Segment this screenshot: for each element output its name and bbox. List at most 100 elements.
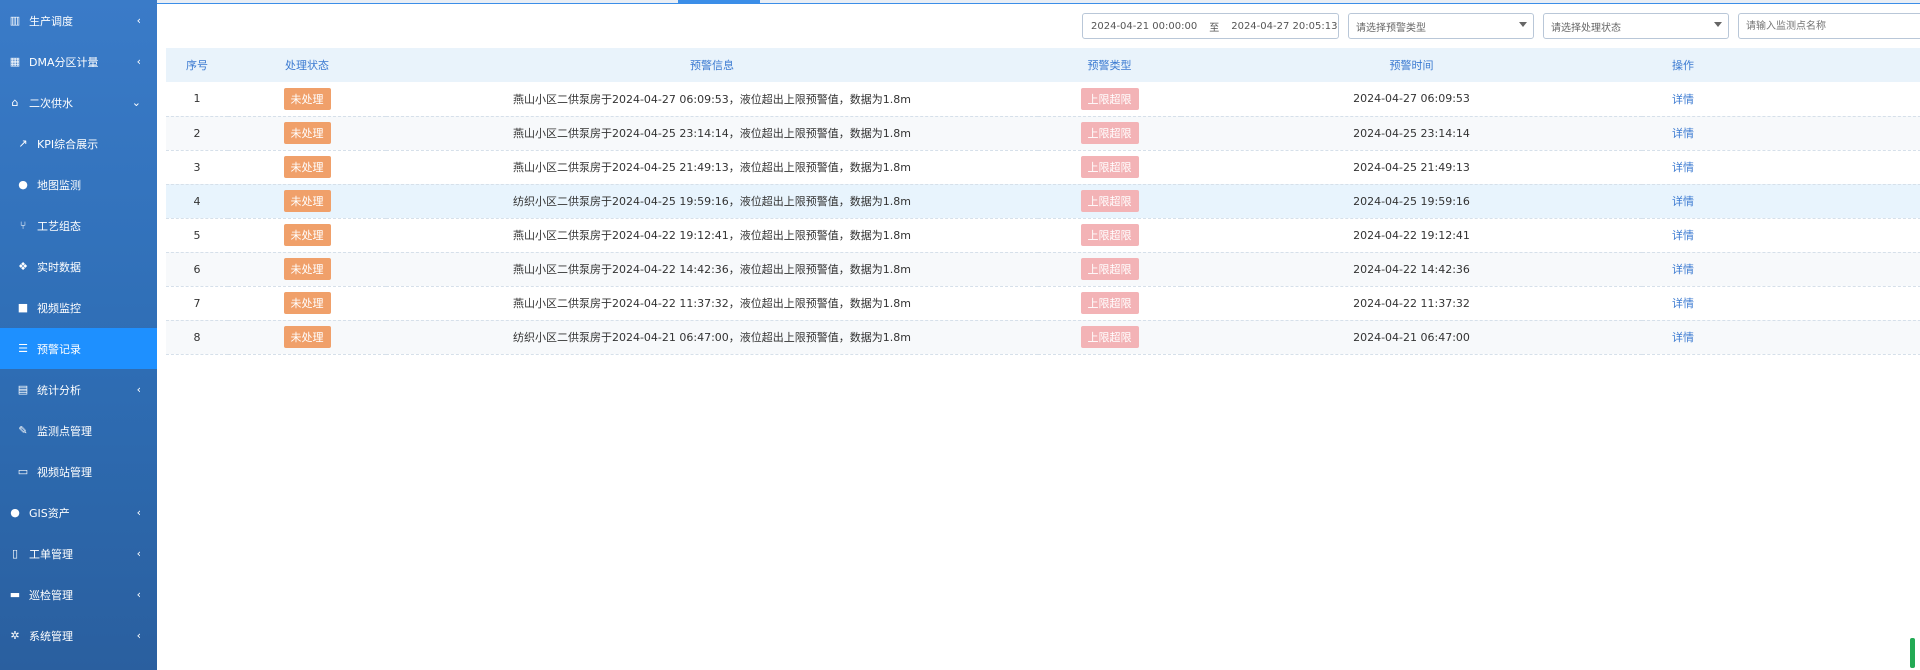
sidebar-item[interactable]: ▤ 统计分析 ‹ [0, 369, 157, 410]
file-icon: ▭ [17, 465, 29, 478]
sidebar-item[interactable]: ● GIS资产 ‹ [0, 492, 157, 533]
cell-time: 2024-04-22 19:12:41 [1181, 218, 1642, 253]
status-select[interactable]: 请选择处理状态 [1543, 13, 1729, 39]
sidebar-item[interactable]: ⌂ 二次供水 ⌄ [0, 82, 157, 123]
date-end: 2024-04-27 20:05:13 [1231, 20, 1338, 32]
sidebar-item-label: 工单管理 [29, 547, 73, 561]
table-row[interactable]: 4 未处理 纺织小区二供泵房于2024-04-25 19:59:16，液位超出上限预… [166, 184, 1920, 219]
sidebar-item-label: 实时数据 [37, 260, 81, 274]
globe-icon: ● [18, 178, 28, 191]
sidebar-item-label: 统计分析 [37, 383, 81, 397]
table-row[interactable]: 6 未处理 燕山小区二供泵房于2024-04-22 14:42:36，液位超出上限预… [166, 252, 1920, 287]
cubes-icon: ❖ [18, 260, 28, 273]
sidebar-item-label: 工艺组态 [37, 219, 81, 233]
document-icon: ▯ [11, 547, 19, 560]
table-row[interactable]: 8 未处理 纺织小区二供泵房于2024-04-21 06:47:00，液位超出上限预… [166, 320, 1920, 355]
fork-icon: ⑂ [19, 219, 27, 232]
cell-no: 2 [166, 116, 228, 151]
cell-info: 纺织小区二供泵房于2024-04-25 19:59:16，液位超出上限预警值，数… [386, 184, 1038, 219]
cell-no: 1 [166, 82, 228, 117]
sidebar-item[interactable]: ↗ KPI综合展示 [0, 123, 157, 164]
cell-type: 上限超限 [1038, 150, 1181, 185]
date-range-picker[interactable]: 2024-04-21 00:00:00 至 2024-04-27 20:05:1… [1082, 13, 1339, 39]
sidebar-item-label: DMA分区计量 [29, 55, 99, 69]
caret-down-icon [1519, 22, 1527, 27]
sidebar-item[interactable]: ☰ 预警记录 [0, 328, 157, 369]
cell-status: 未处理 [228, 82, 386, 117]
active-tab-indicator[interactable] [678, 0, 760, 4]
cell-no: 6 [166, 252, 228, 287]
sidebar-item[interactable]: ❖ 实时数据 [0, 246, 157, 287]
cell-no: 4 [166, 184, 228, 219]
details-link[interactable]: 详情 [1672, 229, 1694, 242]
sidebar-item-label: 视频监控 [37, 301, 81, 315]
details-link[interactable]: 详情 [1672, 127, 1694, 140]
cell-op: 详情 [1642, 82, 1920, 117]
status-badge: 未处理 [283, 224, 331, 246]
cell-time: 2024-04-22 14:42:36 [1181, 252, 1642, 287]
sidebar-item[interactable]: ▦ DMA分区计量 ‹ [0, 41, 157, 82]
chevron-down-icon: ⌄ [131, 96, 141, 109]
type-badge: 上限超限 [1080, 156, 1139, 178]
details-link[interactable]: 详情 [1672, 161, 1694, 174]
details-link[interactable]: 详情 [1672, 331, 1694, 344]
scroll-indicator[interactable] [1910, 638, 1915, 668]
sidebar-item[interactable]: ⑂ 工艺组态 [0, 205, 157, 246]
cell-status: 未处理 [228, 184, 386, 219]
cell-info: 燕山小区二供泵房于2024-04-27 06:09:53，液位超出上限预警值，数… [386, 82, 1038, 117]
sidebar-item[interactable]: ✲ 系统管理 ‹ [0, 615, 157, 656]
details-link[interactable]: 详情 [1672, 195, 1694, 208]
status-placeholder: 请选择处理状态 [1551, 22, 1621, 34]
cell-time: 2024-04-25 19:59:16 [1181, 184, 1642, 219]
gears-icon: ✲ [10, 629, 20, 642]
cell-no: 7 [166, 286, 228, 321]
cell-type: 上限超限 [1038, 286, 1181, 321]
alert-type-placeholder: 请选择预警类型 [1356, 22, 1426, 34]
sidebar: ▥ 生产调度 ‹ ▦ DMA分区计量 ‹ ⌂ 二次供水 ⌄ ↗ KPI综合展示 ● 地图监测 ⑂ 工艺组态 ❖… [0, 0, 157, 670]
cell-type: 上限超限 [1038, 218, 1181, 253]
sidebar-item[interactable]: ■ 视频监控 [0, 287, 157, 328]
sidebar-item-label: 地图监测 [37, 178, 81, 192]
alert-type-select[interactable]: 请选择预警类型 [1348, 13, 1534, 39]
table-row[interactable]: 1 未处理 燕山小区二供泵房于2024-04-27 06:09:53，液位超出上限预… [166, 82, 1920, 117]
sidebar-item[interactable]: ▭ 视频站管理 [0, 451, 157, 492]
sidebar-item-label: 生产调度 [29, 14, 73, 28]
cell-info: 燕山小区二供泵房于2024-04-25 21:49:13，液位超出上限预警值，数… [386, 150, 1038, 185]
sidebar-item[interactable]: ▯ 工单管理 ‹ [0, 533, 157, 574]
top-border [157, 0, 1920, 4]
status-badge: 未处理 [283, 122, 331, 144]
cell-time: 2024-04-21 06:47:00 [1181, 320, 1642, 355]
details-link[interactable]: 详情 [1672, 297, 1694, 310]
table-row[interactable]: 3 未处理 燕山小区二供泵房于2024-04-25 21:49:13，液位超出上限预… [166, 150, 1920, 185]
sidebar-item[interactable]: ✎ 监测点管理 [0, 410, 157, 451]
details-link[interactable]: 详情 [1672, 263, 1694, 276]
sidebar-item-label: GIS资产 [29, 506, 70, 520]
sidebar-item-label: 视频站管理 [37, 465, 92, 479]
cell-type: 上限超限 [1038, 252, 1181, 287]
table-row[interactable]: 5 未处理 燕山小区二供泵房于2024-04-22 19:12:41，液位超出上限预… [166, 218, 1920, 253]
monitor-point-search-input[interactable] [1738, 13, 1920, 39]
line-chart-icon: ↗ [18, 137, 28, 150]
status-badge: 未处理 [283, 258, 331, 280]
table-row[interactable]: 2 未处理 燕山小区二供泵房于2024-04-25 23:14:14，液位超出上限预… [166, 116, 1920, 151]
briefcase-icon: ▬ [9, 588, 21, 601]
type-badge: 上限超限 [1080, 224, 1139, 246]
bar-chart-icon: ▥ [9, 14, 21, 27]
sidebar-item[interactable]: ▬ 巡检管理 ‹ [0, 574, 157, 615]
cell-info: 燕山小区二供泵房于2024-04-22 14:42:36，液位超出上限预警值，数… [386, 252, 1038, 287]
sidebar-item-label: 预警记录 [37, 342, 81, 356]
wrench-icon: ✎ [18, 424, 28, 437]
chevron-left-icon: ‹ [136, 629, 141, 642]
sidebar-item-label: 巡检管理 [29, 588, 73, 602]
grid-icon: ▦ [9, 55, 21, 68]
details-link[interactable]: 详情 [1672, 93, 1694, 106]
table-row[interactable]: 7 未处理 燕山小区二供泵房于2024-04-22 11:37:32，液位超出上限预… [166, 286, 1920, 321]
type-badge: 上限超限 [1080, 87, 1139, 110]
cell-op: 详情 [1642, 320, 1920, 355]
chevron-left-icon: ‹ [136, 506, 141, 519]
sidebar-item[interactable]: ● 地图监测 [0, 164, 157, 205]
type-badge: 上限超限 [1080, 326, 1139, 348]
sidebar-item-label: 系统管理 [29, 629, 73, 643]
chevron-left-icon: ‹ [136, 383, 141, 396]
sidebar-item[interactable]: ▥ 生产调度 ‹ [0, 0, 157, 41]
